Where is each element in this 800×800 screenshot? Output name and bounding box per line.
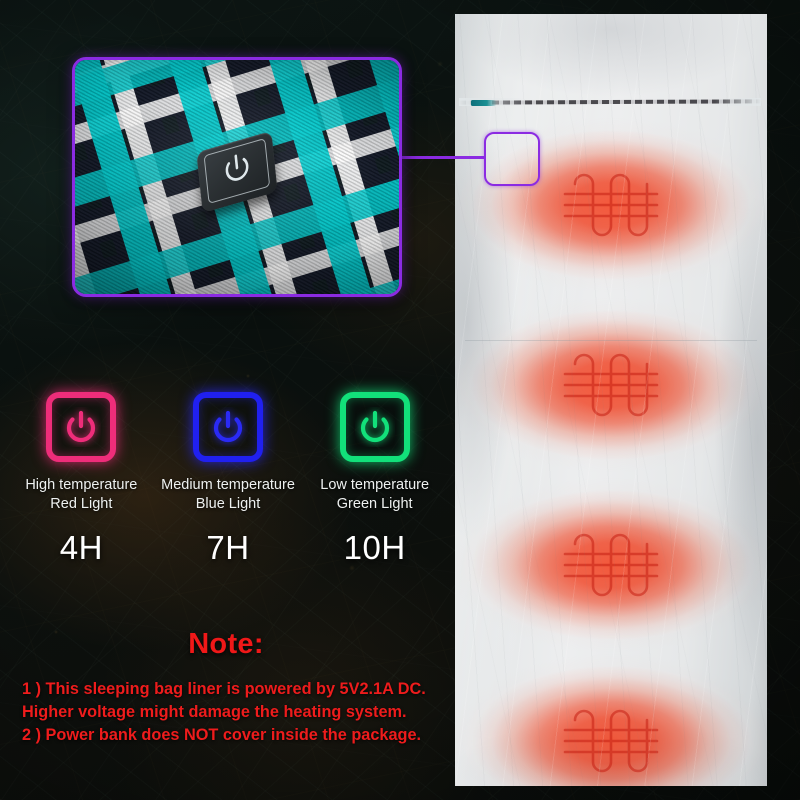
mode-temp-label: Low temperature	[320, 477, 430, 493]
callout-connector-line	[396, 156, 486, 159]
callout-highlight-box	[484, 132, 540, 186]
note-lines: 1 ) This sleeping bag liner is powered b…	[0, 678, 452, 747]
mode-temp-label: Medium temperature	[161, 477, 295, 493]
bag-fold-line	[465, 340, 757, 341]
bag-seam-fade-right	[715, 98, 761, 106]
mode-hours-high: 4H	[59, 529, 103, 567]
power-icon-green[interactable]	[339, 392, 410, 462]
mode-medium-temperature[interactable]: Medium temperature Blue Light 7H	[155, 392, 302, 567]
note-line-3: 2 ) Power bank does NOT cover inside the…	[22, 726, 422, 745]
mode-low-temperature[interactable]: Low temperature Green Light 10H	[301, 392, 448, 567]
mode-hours-medium: 7H	[206, 529, 250, 567]
note-line-1: 1 ) This sleeping bag liner is powered b…	[22, 680, 426, 698]
power-icon-blue[interactable]	[193, 392, 263, 462]
power-button-closeup-photo	[72, 57, 402, 297]
sleeping-bag-image	[455, 14, 767, 786]
mode-hours-low: 10H	[343, 529, 406, 567]
mode-label-medium: Medium temperature Blue Light	[161, 476, 295, 513]
power-icon	[67, 410, 96, 443]
mode-label-low: Low temperature Green Light	[320, 476, 429, 513]
product-infographic: High temperature Red Light 4H Medium tem…	[0, 0, 800, 800]
note-line-2: Higher voltage might damage the heating …	[22, 703, 407, 722]
note-title: Note:	[188, 628, 264, 660]
bag-seam-teal-accent	[471, 100, 497, 106]
mode-temp-label: High temperature	[25, 477, 138, 493]
mode-light-label: Green Light	[336, 495, 413, 512]
bag-wrinkles	[455, 14, 767, 786]
note-block: Note: 1 ) This sleeping bag liner is pow…	[0, 628, 452, 747]
mode-high-temperature[interactable]: High temperature Red Light 4H	[8, 392, 155, 567]
mode-label-high: High temperature Red Light	[25, 476, 137, 513]
mode-light-label: Blue Light	[195, 495, 261, 512]
mode-light-label: Red Light	[50, 495, 113, 512]
temperature-modes-legend: High temperature Red Light 4H Medium tem…	[8, 392, 448, 567]
power-icon	[360, 410, 389, 443]
power-icon	[213, 410, 243, 443]
power-icon-red[interactable]	[46, 392, 117, 462]
